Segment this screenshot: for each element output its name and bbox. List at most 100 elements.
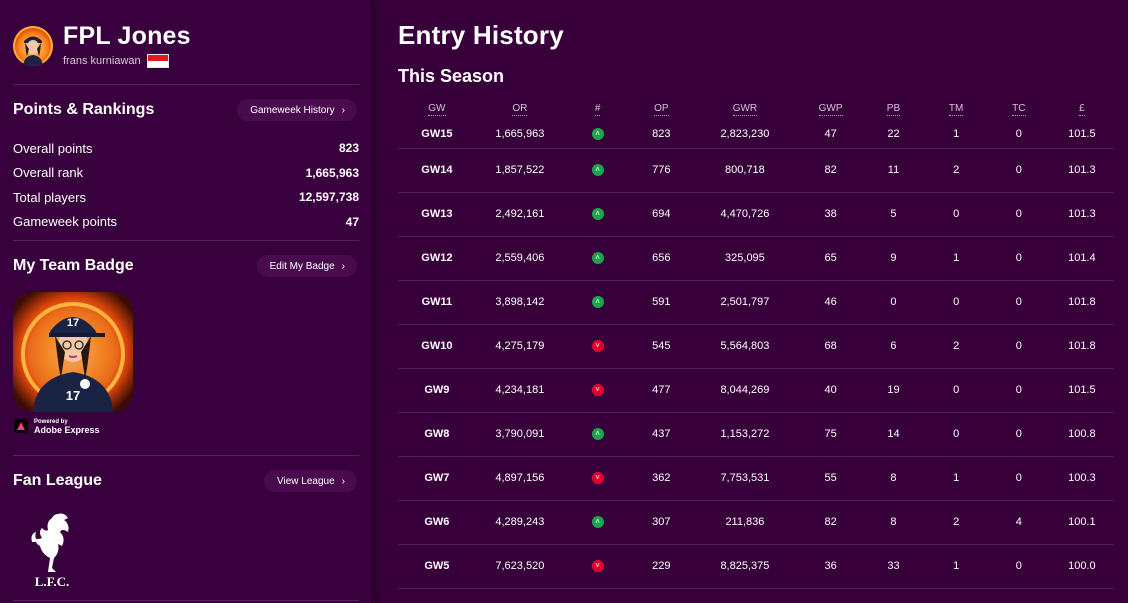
column-header-gw[interactable]: GW: [398, 96, 476, 120]
cell-or: 2,492,161: [475, 192, 564, 237]
column-header-op[interactable]: OP: [631, 96, 691, 120]
table-row: GW9 4,234,181 ˅ 477 8,044,269 40 19 0 0 101.5: [398, 368, 1114, 413]
gameweek-history-button[interactable]: Gameweek History ›: [237, 99, 357, 121]
cell-tc: 0: [987, 368, 1050, 413]
svg-text:17: 17: [67, 317, 79, 329]
column-header-pb[interactable]: PB: [863, 96, 925, 120]
cell-gwp: 55: [798, 456, 863, 501]
cell-op: 545: [631, 324, 692, 369]
chevron-up-icon: ˄: [591, 164, 604, 177]
cell-tm: 2: [924, 500, 988, 545]
stat-value: 47: [345, 214, 359, 229]
points-rankings-title: Points & Rankings: [13, 101, 155, 118]
gameweek-history-label: Gameweek History: [250, 104, 335, 116]
cell-tm: 2: [924, 148, 988, 193]
cell-or: 1,665,963: [475, 120, 564, 149]
cell-op: 307: [631, 500, 692, 545]
stat-row-overall-points: Overall points 823: [13, 136, 359, 161]
rank-movement-cell: ˄: [563, 192, 632, 237]
table-row: GW10 4,275,179 ˅ 545 5,564,803 68 6 2 0 101.8: [398, 324, 1114, 369]
view-league-button[interactable]: View League ›: [264, 470, 357, 492]
column-header-gwp[interactable]: GWP: [799, 96, 863, 120]
rank-movement-cell: ˄: [563, 412, 632, 457]
cell-op: 229: [631, 544, 692, 589]
cell-val: 101.5: [1049, 368, 1114, 413]
table-row: GW15 1,665,963 ˄ 823 2,823,230 47 22 1 0 101.5: [398, 120, 1114, 149]
cell-op: 776: [631, 148, 692, 193]
cell-or: 1,857,522: [475, 148, 564, 193]
cell-gw: GW6: [398, 500, 476, 545]
cell-gwr: 4,470,726: [691, 192, 799, 237]
chevron-up-icon: ˄: [591, 252, 604, 265]
rank-movement-cell: ˄: [563, 500, 632, 545]
chevron-up-icon: ˄: [591, 208, 604, 221]
cell-op: 477: [631, 368, 692, 413]
cell-val: 100.0: [1049, 544, 1114, 589]
lfc-crest-text: L.F.C.: [35, 574, 70, 589]
cell-gwp: 40: [798, 368, 863, 413]
page-title: Entry History: [398, 20, 564, 50]
table-row: GW8 3,790,091 ˄ 437 1,153,272 75 14 0 0 100.8: [398, 412, 1114, 457]
cell-val: 101.3: [1049, 148, 1114, 193]
divider: [13, 455, 359, 456]
column-header-tm[interactable]: TM: [924, 96, 988, 120]
cell-gw: GW9: [398, 368, 476, 413]
stat-value: 12,597,738: [298, 190, 359, 205]
rank-movement-cell: ˄: [563, 148, 632, 193]
column-header-or[interactable]: OR: [476, 96, 564, 120]
adobe-express-label: Adobe Express: [34, 425, 100, 435]
cell-tc: 0: [987, 192, 1050, 237]
team-badge-image: 17 17: [13, 292, 133, 412]
table-row: GW14 1,857,522 ˄ 776 800,718 82 11 2 0 101.3: [398, 148, 1114, 193]
season-title: This Season: [398, 66, 505, 86]
cell-tm: 1: [924, 236, 988, 281]
table-row: GW5 7,623,520 ˅ 229 8,825,375 36 33 1 0 100.0: [398, 544, 1114, 589]
column-header-value[interactable]: £: [1050, 96, 1114, 120]
edit-badge-button[interactable]: Edit My Badge ›: [256, 255, 357, 277]
cell-gwr: 5,564,803: [691, 324, 799, 369]
team-badge-title: My Team Badge: [13, 257, 134, 274]
cell-gwp: 47: [798, 120, 863, 149]
cell-or: 3,898,142: [475, 280, 564, 325]
cell-pb: 8: [862, 456, 925, 501]
cell-gwp: 38: [798, 192, 863, 237]
cell-op: 437: [631, 412, 692, 457]
cell-gwr: 211,836: [691, 500, 799, 545]
powered-by-adobe: Powered by Adobe Express: [14, 418, 100, 435]
cell-gwr: 800,718: [691, 148, 799, 193]
column-header-movement[interactable]: #: [564, 96, 631, 120]
column-header-tc[interactable]: TC: [988, 96, 1050, 120]
cell-tc: 0: [987, 544, 1050, 589]
chevron-down-icon: ˅: [591, 340, 604, 353]
cell-tm: 1: [924, 456, 988, 501]
stat-value: 823: [338, 141, 359, 156]
profile-header: FPL Jones frans kurniawan: [13, 23, 191, 68]
avatar[interactable]: [13, 25, 53, 66]
chevron-down-icon: ˅: [591, 472, 604, 485]
cell-gwp: 82: [798, 500, 863, 545]
cell-gwr: 2,823,230: [691, 120, 799, 149]
cell-pb: 9: [862, 236, 925, 281]
rank-movement-cell: ˄: [563, 120, 632, 149]
cell-gw: GW5: [398, 544, 476, 589]
table-body: GW15 1,665,963 ˄ 823 2,823,230 47 22 1 0 101.5 GW1…: [398, 120, 1114, 589]
cell-gw: GW12: [398, 236, 476, 281]
stat-label: Overall rank: [13, 165, 84, 181]
cell-pb: 5: [862, 192, 925, 237]
cell-op: 823: [631, 120, 692, 149]
cell-pb: 11: [862, 148, 925, 193]
cell-gw: GW7: [398, 456, 476, 501]
cell-tm: 0: [924, 412, 988, 457]
cell-tc: 4: [987, 500, 1050, 545]
team-name: frans kurniawan: [63, 55, 141, 67]
cell-pb: 8: [862, 500, 925, 545]
cell-gwp: 82: [798, 148, 863, 193]
cell-val: 100.3: [1049, 456, 1114, 501]
cell-gwr: 8,825,375: [691, 544, 799, 589]
cell-tc: 0: [987, 236, 1050, 281]
liverpool-crest-icon[interactable]: L.F.C.: [28, 510, 76, 597]
column-header-gwr[interactable]: GWR: [691, 96, 798, 120]
chevron-down-icon: ˅: [591, 384, 604, 397]
cell-tm: 0: [924, 192, 988, 237]
cell-tc: 0: [987, 120, 1050, 149]
